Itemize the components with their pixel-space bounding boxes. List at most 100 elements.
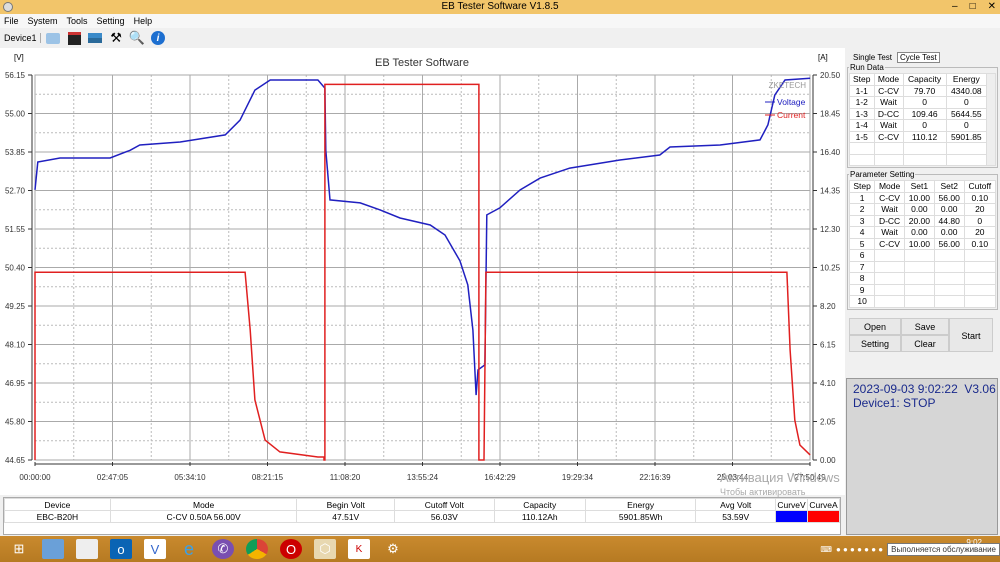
table-cell: C-CV xyxy=(874,237,905,250)
x-tick-label: 22:16:39 xyxy=(639,473,671,482)
curve-color-swatch[interactable] xyxy=(775,510,808,523)
table-row xyxy=(849,153,996,166)
eb-tester-icon[interactable]: ⬡ xyxy=(314,539,336,559)
table-cell xyxy=(933,249,965,262)
clear-button[interactable]: Clear xyxy=(901,334,949,352)
table-cell: D-CC xyxy=(873,107,904,120)
table-cell: 5 xyxy=(848,237,876,250)
setting-button[interactable]: Setting xyxy=(849,334,901,352)
chart-icon[interactable] xyxy=(87,30,104,46)
table-cell: 8 xyxy=(848,272,876,285)
y-left-tick-label: 55.00 xyxy=(5,110,26,119)
status-datetime-version: 2023-09-03 9:02:22 V3.06 xyxy=(853,382,996,396)
table-row xyxy=(849,142,996,155)
scrollbar[interactable] xyxy=(986,73,996,166)
keyboard-icon[interactable]: ⌨ xyxy=(820,545,832,554)
table-row: 1-3 D-CC 109.46 5644.55 xyxy=(849,107,996,120)
table-cell xyxy=(874,272,905,285)
open-icon[interactable] xyxy=(45,30,62,46)
table-cell: 56.03V xyxy=(394,510,495,523)
open-button[interactable]: Open xyxy=(849,317,901,335)
opera-icon[interactable]: O xyxy=(280,539,302,559)
document-icon[interactable] xyxy=(76,539,98,559)
table-cell xyxy=(963,249,997,262)
table-cell xyxy=(963,295,997,308)
app-icon xyxy=(3,2,13,12)
search-icon[interactable]: 🔍 xyxy=(129,30,146,46)
table-cell: 6 xyxy=(848,249,876,262)
parameter-setting-title: Parameter Setting xyxy=(850,170,915,179)
app-icon-k[interactable]: K xyxy=(348,539,370,559)
column-header: Cutoff xyxy=(963,180,997,193)
y-right-label: [A] xyxy=(818,53,828,62)
y-right-tick-label: 2.05 xyxy=(820,418,836,427)
menu-file[interactable]: File xyxy=(4,14,19,28)
table-cell xyxy=(903,283,935,296)
explorer-icon[interactable] xyxy=(42,539,64,559)
close-button[interactable]: ✕ xyxy=(988,0,996,14)
viber-icon[interactable]: ✆ xyxy=(212,539,234,559)
button-group: Open Save Setting Clear Start xyxy=(849,317,996,356)
table-cell: 0.00 xyxy=(903,226,935,239)
y-right-tick-label: 4.10 xyxy=(820,379,836,388)
parameter-setting-group: Parameter Setting Step Mode Set1 Set2 Cutoff… xyxy=(847,170,998,310)
clock[interactable]: 9:02 xyxy=(966,538,982,547)
table-cell: 1-2 xyxy=(849,96,875,109)
right-panel: Single Test Cycle Test Run Data Step Mode… xyxy=(845,48,1000,538)
menu-setting[interactable]: Setting xyxy=(97,14,125,28)
windows-start-icon[interactable]: ⊞ xyxy=(8,539,30,559)
outlook-icon[interactable]: o xyxy=(110,539,132,559)
table-cell xyxy=(933,295,965,308)
table-cell xyxy=(933,260,965,273)
menu-tools[interactable]: Tools xyxy=(67,14,88,28)
maximize-button[interactable]: □ xyxy=(970,0,976,14)
table-cell xyxy=(945,142,988,155)
table-cell: 4 xyxy=(848,226,876,239)
info-icon[interactable]: i xyxy=(150,30,167,46)
table-cell xyxy=(902,142,947,155)
settings-icon[interactable]: ⚙ xyxy=(382,539,404,559)
table-cell: 79.70 xyxy=(902,84,947,97)
table-cell xyxy=(874,249,905,262)
column-header: CurveV xyxy=(775,498,808,511)
column-header: Mode xyxy=(873,73,904,86)
internet-explorer-icon[interactable]: e xyxy=(178,539,200,559)
x-tick-label: 00:00:00 xyxy=(19,473,51,482)
table-cell: 0 xyxy=(902,96,947,109)
y-left-tick-label: 45.80 xyxy=(5,418,26,427)
table-cell: 4340.08 xyxy=(945,84,988,97)
table-cell xyxy=(874,283,905,296)
table-cell: 20 xyxy=(963,226,997,239)
menu-system[interactable]: System xyxy=(28,14,58,28)
y-right-tick-label: 14.35 xyxy=(820,187,841,196)
y-right-tick-label: 0.00 xyxy=(820,456,836,465)
column-header: Mode xyxy=(109,498,298,511)
tools-icon[interactable]: ⚒ xyxy=(108,30,125,46)
table-cell: 110.12Ah xyxy=(493,510,586,523)
run-data-group: Run Data Step Mode Capacity Energy 1-1 C-CV 79… xyxy=(847,63,998,168)
table-cell: Wait xyxy=(873,119,904,132)
tab-single-test[interactable]: Single Test xyxy=(850,52,895,63)
table-cell: C-CV xyxy=(873,84,904,97)
menu-help[interactable]: Help xyxy=(134,14,153,28)
save-button[interactable]: Save xyxy=(901,317,949,335)
chart-title: EB Tester Software xyxy=(375,57,469,69)
minimize-button[interactable]: – xyxy=(952,0,958,14)
curve-color-swatch[interactable] xyxy=(807,510,840,523)
table-cell xyxy=(849,153,875,166)
chrome-icon[interactable] xyxy=(246,539,268,559)
table-cell xyxy=(874,260,905,273)
tab-cycle-test[interactable]: Cycle Test xyxy=(897,52,940,63)
table-row: 1-1 C-CV 79.70 4340.08 xyxy=(849,84,996,97)
menu-bar: File System Tools Setting Help xyxy=(0,14,1000,28)
ve-icon[interactable]: V xyxy=(144,539,166,559)
table-cell: 0.00 xyxy=(903,203,935,216)
table-row: 1-5 C-CV 110.12 5901.85 xyxy=(849,130,996,143)
table-cell: 5644.55 xyxy=(945,107,988,120)
start-button[interactable]: Start xyxy=(949,317,993,352)
table-cell: 5901.85 xyxy=(945,130,988,143)
table-row: 2 Wait 0.00 0.00 20 xyxy=(848,203,997,216)
table-cell: 3 xyxy=(848,214,876,227)
save-icon[interactable] xyxy=(66,30,83,46)
tray-icons[interactable]: ● ● ● ● ● ● ● xyxy=(836,545,883,554)
